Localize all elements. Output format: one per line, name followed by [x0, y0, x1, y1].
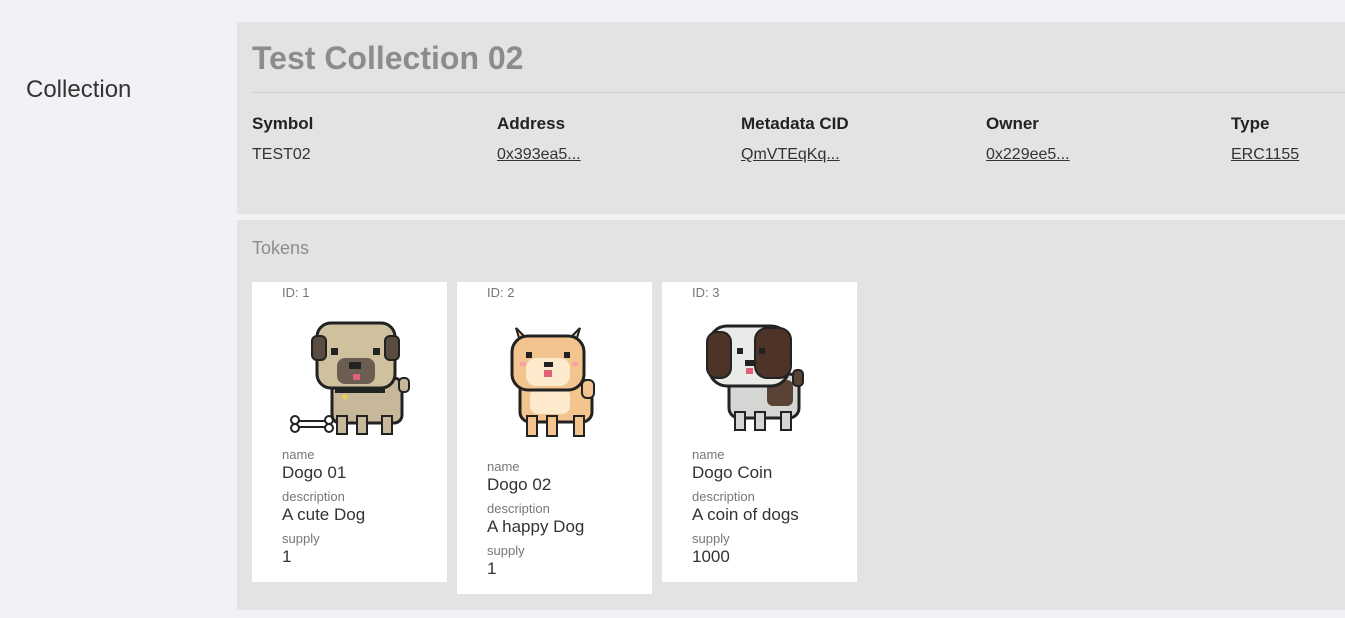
- meta-type: Type ERC1155: [1231, 114, 1299, 164]
- name-label: name: [692, 447, 725, 462]
- shiba-dog-icon: [510, 327, 595, 437]
- name-label: name: [487, 459, 520, 474]
- token-description: A coin of dogs: [692, 505, 799, 524]
- token-supply: 1: [282, 547, 292, 566]
- description-label: description: [487, 501, 550, 516]
- token-fields: name Dogo 01 description A cute Dog supp…: [282, 447, 365, 573]
- collection-header-panel: Test Collection 02 Symbol TEST02 Address…: [237, 22, 1345, 214]
- token-id: ID: 1: [282, 285, 310, 300]
- supply-label: supply: [282, 531, 320, 546]
- owner-link[interactable]: 0x229ee5...: [986, 146, 1070, 164]
- token-name: Dogo 01: [282, 463, 347, 482]
- meta-address: Address 0x393ea5...: [497, 114, 581, 164]
- description-label: description: [282, 489, 345, 504]
- token-name: Dogo Coin: [692, 463, 773, 482]
- type-link[interactable]: ERC1155: [1231, 146, 1299, 164]
- token-name: Dogo 02: [487, 475, 552, 494]
- token-supply: 1: [487, 559, 497, 578]
- meta-owner-label: Owner: [986, 114, 1039, 133]
- token-description: A happy Dog: [487, 517, 585, 536]
- meta-owner: Owner 0x229ee5...: [986, 114, 1070, 164]
- section-title: Collection: [26, 76, 132, 103]
- token-card[interactable]: ID: 2 name Dogo 02 description A happy D…: [457, 282, 652, 594]
- supply-label: supply: [692, 531, 730, 546]
- token-id: ID: 2: [487, 285, 515, 300]
- meta-cid: Metadata CID QmVTEqKq...: [741, 114, 849, 164]
- meta-symbol-value: TEST02: [252, 146, 311, 163]
- name-label: name: [282, 447, 315, 462]
- token-supply: 1000: [692, 547, 730, 566]
- address-link[interactable]: 0x393ea5...: [497, 146, 581, 164]
- shih-tzu-dog-icon: [706, 324, 804, 431]
- meta-type-label: Type: [1231, 114, 1270, 133]
- token-description: A cute Dog: [282, 505, 366, 524]
- meta-address-label: Address: [497, 114, 566, 133]
- metadata-cid-link[interactable]: QmVTEqKq...: [741, 146, 849, 164]
- token-fields: name Dogo 02 description A happy Dog sup…: [487, 459, 584, 585]
- meta-symbol-label: Symbol: [252, 114, 314, 133]
- token-fields: name Dogo Coin description A coin of dog…: [692, 447, 799, 573]
- description-label: description: [692, 489, 755, 504]
- token-card[interactable]: ID: 1 name Dogo 01 description A cute Do…: [252, 282, 447, 582]
- meta-symbol: Symbol TEST02: [252, 114, 313, 164]
- divider: [252, 92, 1345, 93]
- meta-cid-label: Metadata CID: [741, 114, 849, 133]
- token-id: ID: 3: [692, 285, 720, 300]
- pug-dog-icon: [290, 321, 410, 435]
- tokens-title: Tokens: [252, 238, 310, 258]
- collection-title: Test Collection 02: [252, 40, 524, 76]
- token-card[interactable]: ID: 3 name Dogo Coin description A coin …: [662, 282, 857, 582]
- supply-label: supply: [487, 543, 525, 558]
- tokens-panel: Tokens ID: 1 name Dogo 01 description A …: [237, 220, 1345, 610]
